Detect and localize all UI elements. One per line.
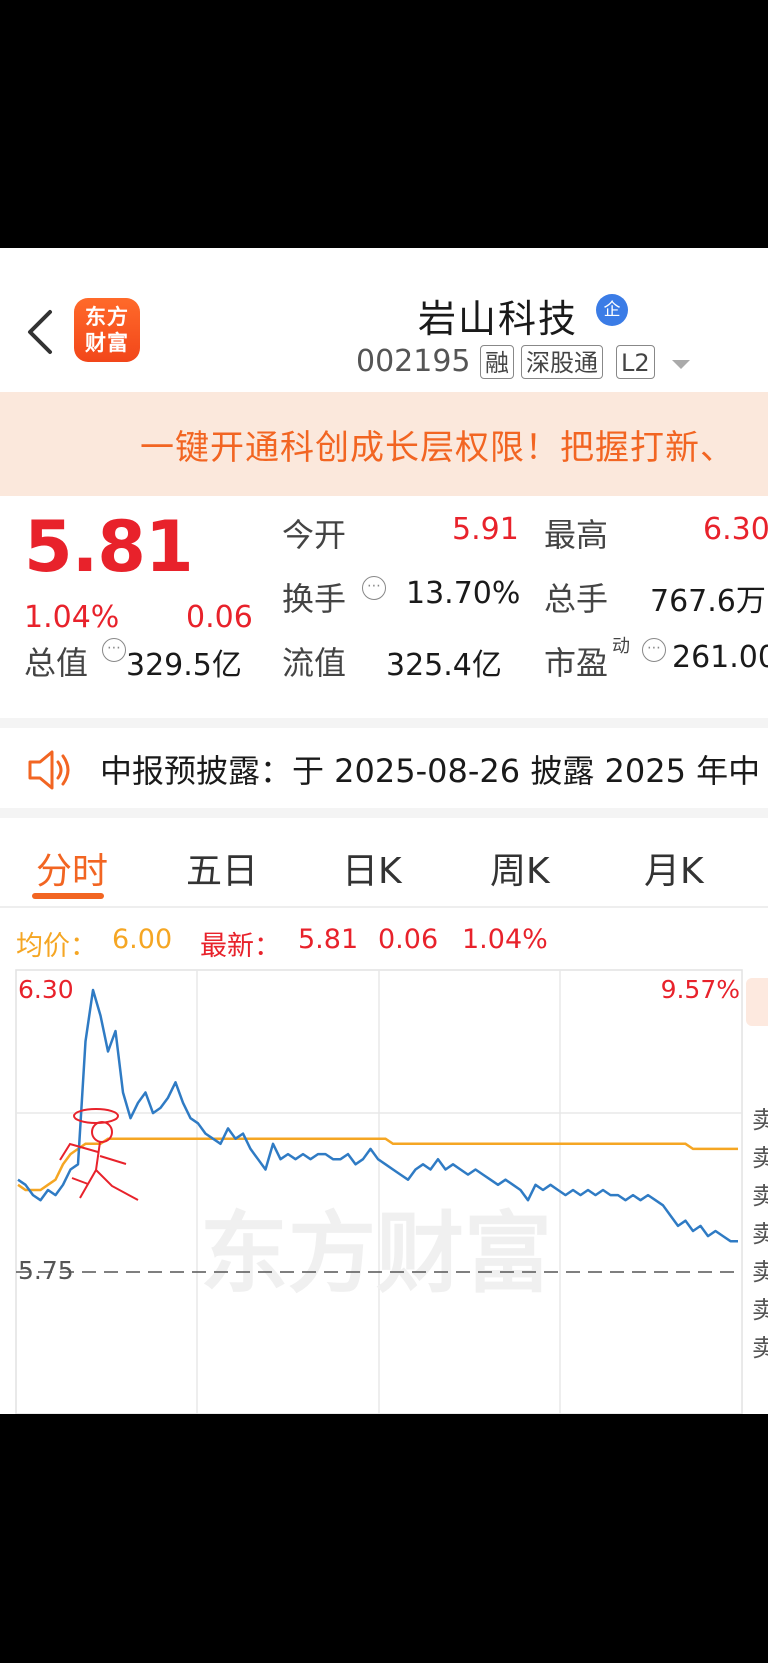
high-value: 6.30 [703,512,768,547]
order-book-label: 卖 [752,1144,768,1172]
app-screen: 东方 财富 岩山科技 企 002195 融 深股通 L2 一键开通科创成长层权限… [0,248,768,1414]
level2-tag[interactable]: L2 [616,345,655,379]
logo-line-1: 东方 [85,305,129,329]
tab-five-day[interactable]: 五日 [186,842,258,894]
tab-daily-k[interactable]: 日K [342,842,402,894]
y-max-label: 6.30 [18,975,74,1004]
intraday-chart[interactable]: 东方财富 6.30 9.57% 5.75 [0,968,768,1414]
float-cap-value: 325.4亿 [386,648,502,683]
info-icon[interactable]: ⋯ [362,576,386,600]
tab-weekly-k[interactable]: 周K [490,842,550,894]
section-divider [0,808,768,818]
pe-value: 261.00 [672,640,768,675]
turnover-value: 13.70% [406,576,521,611]
section-divider [0,718,768,728]
order-book-label: 卖 [752,1258,768,1286]
avg-price-line [17,1137,738,1192]
chevron-down-icon[interactable] [672,360,690,369]
margin-tag: 融 [480,345,514,379]
logo-line-2: 财富 [85,331,129,355]
order-book-label: 卖 [752,1106,768,1134]
side-panel-tab[interactable] [746,978,768,1026]
order-book-label: 卖 [752,1220,768,1248]
latest-price: 5.81 [298,924,359,955]
open-label: 今开 [282,516,347,554]
pe-label: 市盈 [544,644,609,682]
order-book-label: 卖 [752,1334,768,1362]
change-amount: 0.06 [186,600,253,635]
turnover-label: 换手 [282,580,347,618]
tab-monthly-k[interactable]: 月K [644,842,704,894]
change-percent: 1.04% [24,600,120,635]
latest-label: 最新： [200,931,281,962]
volume-label: 总手 [544,580,609,618]
info-icon[interactable]: ⋯ [642,638,666,662]
stock-code: 002195 [356,344,471,379]
y-min-label: 5.75 [18,1256,74,1285]
info-icon[interactable]: ⋯ [102,638,126,662]
y-max-pct-label: 9.57% [661,975,740,1004]
back-arrow-icon[interactable] [22,304,62,360]
app-logo[interactable]: 东方 财富 [74,298,140,362]
high-label: 最高 [544,516,609,554]
order-book-label: 卖 [752,1296,768,1324]
order-book-label: 卖 [752,1182,768,1210]
avg-price-value: 6.00 [112,924,173,955]
avg-price-label: 均价： [16,931,97,962]
volume-value: 767.6万 [650,584,766,619]
market-cap-value: 329.5亿 [126,648,242,683]
latest-change: 0.06 [378,924,439,955]
latest-percent: 1.04% [462,924,548,955]
stock-name: 岩山科技 [418,297,579,341]
speaker-icon [28,750,70,790]
current-price: 5.81 [24,506,194,588]
chart-watermark: 东方财富 [200,1202,552,1305]
active-tab-indicator [32,893,104,899]
promo-banner-text: 一键开通科创成长层权限！把握打新、 [140,428,735,468]
tab-intraday[interactable]: 分时 [36,842,108,894]
open-value: 5.91 [452,512,519,547]
pe-superscript: 动 [612,636,630,657]
float-cap-label: 流值 [282,644,347,682]
enterprise-badge-icon: 企 [596,294,628,326]
market-cap-label: 总值 [24,644,89,682]
notice-text[interactable]: 中报预披露：于 2025-08-26 披露 2025 年中 [100,746,760,792]
tabs-separator [0,906,768,908]
shenzhen-connect-tag: 深股通 [521,345,603,379]
promo-banner[interactable]: 一键开通科创成长层权限！把握打新、 [0,392,768,496]
